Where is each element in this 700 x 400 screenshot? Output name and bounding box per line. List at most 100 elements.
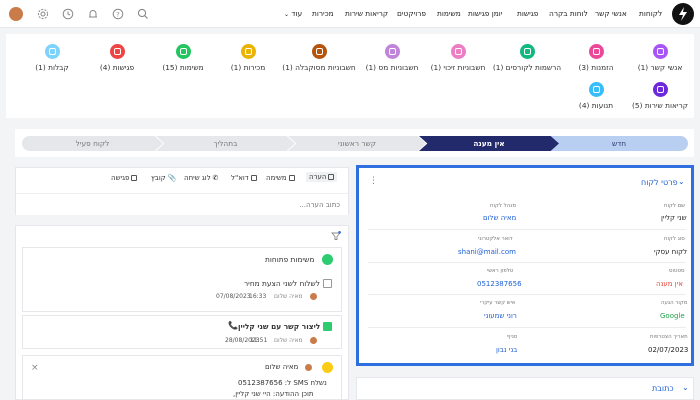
stage-first-contact[interactable]: קשר ראשוני <box>288 136 426 151</box>
tab-note-label: הערה <box>309 173 327 181</box>
stage-no-answer[interactable]: אין מענה <box>419 136 559 151</box>
field-value-name[interactable]: שני קליין <box>661 214 687 222</box>
stage-no-answer-label: אין מענה <box>473 139 505 148</box>
field-label-name: שם לקוח <box>664 203 685 209</box>
nav-dashboards[interactable]: לוחות בקרה <box>549 9 588 18</box>
tab-file-label: קובץ <box>151 174 166 182</box>
nav-contacts[interactable]: אנשי קשר <box>595 9 627 18</box>
bell-icon[interactable] <box>87 8 99 20</box>
divider <box>368 229 686 230</box>
tab-email[interactable]: דוא"ל <box>231 174 257 182</box>
chevron-down-icon[interactable]: ⌄ <box>678 177 685 186</box>
tab-call-log-label: לוג שיחה <box>184 174 211 182</box>
user-avatar[interactable] <box>9 7 23 21</box>
task-date: 07/08/2023 <box>216 293 251 300</box>
task-title[interactable]: לשלוח לשני הצעת מחיר <box>244 279 320 288</box>
phone-icon: 📞 <box>228 321 238 330</box>
divider <box>368 294 686 295</box>
tab-email-label: דוא"ל <box>231 174 249 182</box>
nav-customers[interactable]: לקוחות <box>639 9 662 18</box>
sms-sender: מאיה שלום <box>265 363 299 371</box>
address-title[interactable]: כתובת <box>652 384 674 393</box>
divider <box>368 327 686 328</box>
tile-icon <box>652 82 668 97</box>
tile-icon <box>384 44 400 59</box>
stage-new[interactable]: חדש <box>550 136 688 151</box>
help-icon[interactable]: ? <box>112 8 124 20</box>
note-input[interactable] <box>16 193 348 215</box>
tile-11[interactable]: תנועות (4) <box>551 82 641 110</box>
field-value-manager[interactable]: מאיה שלום <box>483 214 516 222</box>
field-value-phone[interactable]: 0512387656 <box>477 280 522 288</box>
tile-icon <box>450 44 466 59</box>
app-logo-icon[interactable] <box>672 3 694 25</box>
top-navigation: לקוחות אנשי קשר לוחות בקרה פגישות יומן פ… <box>0 0 700 28</box>
tile-9[interactable]: קבלות (1) <box>7 44 97 72</box>
divider <box>368 262 686 263</box>
field-value-email[interactable]: shani@mail.com <box>458 248 516 256</box>
field-label-contact: איש קשר עיקרי <box>480 300 516 306</box>
field-label-status: סטטוס <box>669 268 685 274</box>
stage-first-contact-label: קשר ראשוני <box>338 139 376 148</box>
tab-meeting[interactable]: פגישה <box>111 174 138 182</box>
gear-icon[interactable] <box>37 8 49 20</box>
completed-task-title[interactable]: ליצור קשר עם שני קליין <box>238 322 320 331</box>
tile-icon <box>44 44 60 59</box>
calendar-icon <box>131 175 138 181</box>
paperclip-icon: 📎 <box>167 174 177 182</box>
tile-icon <box>519 44 535 59</box>
field-label-source: מקור הגעה <box>661 300 688 306</box>
phone-icon: ✆ <box>212 174 219 182</box>
stage-new-label: חדש <box>611 139 627 148</box>
field-value-created[interactable]: 02/07/2023 <box>648 346 688 354</box>
tile-label: תנועות (4) <box>578 101 614 110</box>
field-value-contact[interactable]: רוני שמעוני <box>484 312 517 320</box>
stage-active-customer-label: לקוח פעיל <box>75 139 110 148</box>
field-value-status[interactable]: אין מענה <box>656 280 683 288</box>
tab-file[interactable]: 📎 קובץ <box>151 174 176 182</box>
nav-sales[interactable]: מכירות <box>312 9 334 18</box>
search-icon[interactable] <box>137 8 149 20</box>
field-value-type[interactable]: לקוח עסקי <box>654 248 687 256</box>
nav-calendar[interactable]: יומן פגישות <box>468 9 502 18</box>
field-value-source[interactable]: Google <box>660 312 685 320</box>
details-title[interactable]: פרטי לקוח <box>641 178 678 187</box>
tile-icon <box>652 44 668 59</box>
field-label-branch: סניף <box>507 334 518 340</box>
stage-in-progress-label: בתהליך <box>213 139 238 148</box>
chevron-down-icon[interactable]: ⌄ <box>682 383 689 392</box>
tile-icon <box>588 44 604 59</box>
tab-call-log[interactable]: ✆ לוג שיחה <box>184 174 219 182</box>
user-avatar-small <box>310 293 317 300</box>
clock-icon[interactable] <box>62 8 74 20</box>
svg-text:?: ? <box>116 10 119 18</box>
nav-more[interactable]: עוד ⌄ <box>284 9 302 18</box>
user-avatar-small <box>305 364 312 371</box>
tab-task-label: משימה <box>266 174 287 182</box>
open-tasks-title: משימות פתוחות <box>265 255 315 264</box>
nav-projects[interactable]: פרויקטים <box>397 9 426 18</box>
stage-active-customer[interactable]: לקוח פעיל <box>22 136 163 151</box>
field-label-phone: טלפון ראשי <box>487 268 514 274</box>
tile-label: קבלות (1) <box>35 63 69 72</box>
tab-task[interactable]: משימה <box>266 174 295 182</box>
completed-task-date: 28/08/2023 <box>225 337 260 344</box>
sms-content: תוכן ההודעה: היי שני קליין, <box>233 390 314 398</box>
tile-icon <box>588 82 604 97</box>
close-icon[interactable]: × <box>31 363 39 373</box>
filter-icon[interactable] <box>331 231 341 241</box>
nav-tasks[interactable]: משימות <box>437 9 461 18</box>
field-label-type: סוג לקוח <box>664 236 685 242</box>
more-options-icon[interactable]: ⋮ <box>369 176 378 186</box>
sms-recipient: נשלח SMS ל: 0512387656 <box>238 379 327 387</box>
nav-meetings[interactable]: פגישות <box>517 9 538 18</box>
tab-note[interactable]: הערה <box>306 172 338 182</box>
tile-icon <box>311 44 327 59</box>
task-checkbox[interactable] <box>323 279 332 288</box>
field-value-branch[interactable]: בני נבון <box>496 346 517 354</box>
stage-in-progress[interactable]: בתהליך <box>156 136 295 151</box>
completed-checkbox[interactable] <box>323 322 332 331</box>
email-icon <box>250 175 257 181</box>
nav-service-calls[interactable]: קריאות שירות <box>345 9 388 18</box>
tile-icon <box>109 44 125 59</box>
